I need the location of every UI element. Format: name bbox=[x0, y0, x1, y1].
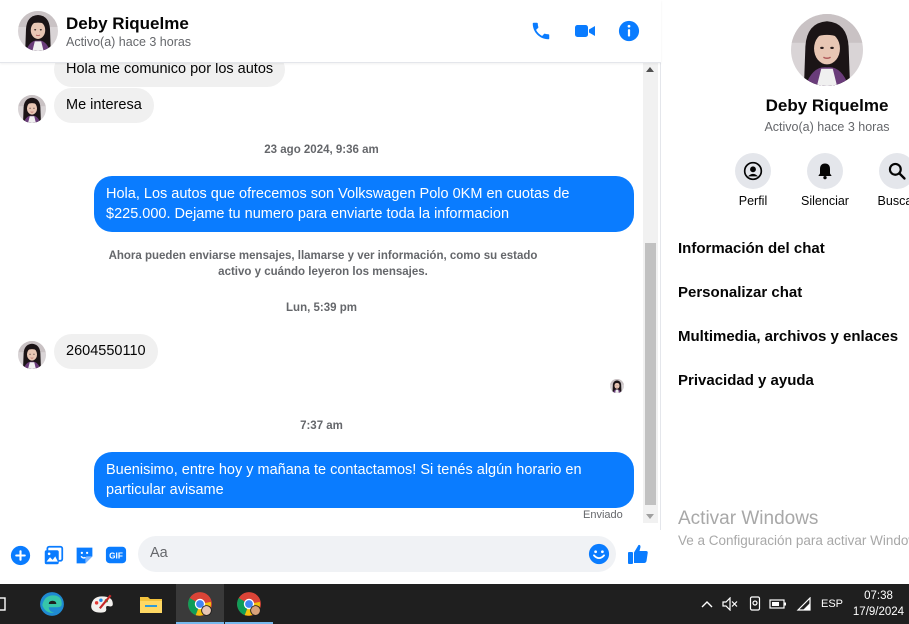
system-clock[interactable]: 07:38 17/9/2024 bbox=[848, 588, 909, 620]
gif-button[interactable]: GIF bbox=[105, 544, 127, 566]
mute-action-circle bbox=[807, 153, 843, 189]
incoming-message[interactable]: Hola me comunico por los autos bbox=[54, 63, 286, 87]
mute-action-label: Silenciar bbox=[801, 194, 849, 208]
contact-avatar[interactable] bbox=[18, 11, 58, 51]
location-button[interactable] bbox=[746, 584, 764, 624]
message-composer: GIF bbox=[0, 530, 661, 584]
profile-action-button[interactable]: Perfil bbox=[717, 153, 789, 208]
scroll-up-arrow-icon[interactable] bbox=[646, 67, 654, 72]
smiley-icon bbox=[588, 543, 610, 565]
incoming-message[interactable]: Me interesa bbox=[54, 88, 154, 123]
wifi-icon bbox=[796, 597, 811, 611]
message-list: Hola me comunico por los autos Me intere… bbox=[0, 63, 643, 530]
message-avatar bbox=[18, 95, 46, 123]
clock-time: 07:38 bbox=[864, 590, 893, 602]
profile-avatar[interactable] bbox=[791, 14, 863, 86]
bell-icon bbox=[818, 163, 832, 180]
battery-button[interactable] bbox=[768, 584, 788, 624]
gif-icon: GIF bbox=[105, 546, 127, 564]
privacy-support-section[interactable]: Privacidad y ayuda bbox=[678, 372, 814, 389]
attach-image-button[interactable] bbox=[42, 544, 64, 566]
message-timestamp: 7:37 am bbox=[300, 420, 343, 432]
taskbar-file-explorer[interactable] bbox=[127, 584, 175, 624]
chevron-up-icon bbox=[701, 601, 713, 608]
sticker-icon bbox=[76, 547, 92, 563]
video-camera-icon bbox=[575, 25, 595, 37]
search-action-circle bbox=[879, 153, 909, 189]
conversation-info-pane: Deby Riquelme Activo(a) hace 3 horas Per… bbox=[662, 0, 909, 584]
message-timestamp: Lun, 5:39 pm bbox=[286, 302, 357, 314]
more-actions-button[interactable] bbox=[9, 544, 31, 566]
profile-icon bbox=[743, 161, 763, 181]
message-avatar bbox=[18, 341, 46, 369]
task-view-button[interactable] bbox=[0, 584, 14, 624]
info-icon bbox=[618, 20, 640, 42]
taskbar-chrome-active[interactable] bbox=[176, 584, 224, 624]
paint-palette-icon bbox=[91, 594, 113, 613]
emoji-button[interactable] bbox=[588, 543, 610, 565]
chrome-profile-icon bbox=[188, 592, 212, 616]
call-button[interactable] bbox=[529, 19, 553, 43]
device-icon bbox=[749, 596, 761, 611]
video-call-button[interactable] bbox=[573, 19, 597, 43]
media-files-links-section[interactable]: Multimedia, archivos y enlaces bbox=[678, 328, 898, 345]
message-scrollbar[interactable] bbox=[643, 63, 658, 523]
chat-pane: Deby Riquelme Activo(a) hace 3 horas Hol… bbox=[0, 0, 661, 584]
activate-windows-title: Activar Windows bbox=[678, 508, 819, 529]
outgoing-message[interactable]: Hola, Los autos que ofrecemos son Volksw… bbox=[94, 176, 634, 232]
chat-info-section[interactable]: Información del chat bbox=[678, 240, 825, 257]
windows-taskbar: ESP 07:38 17/9/2024 bbox=[0, 584, 909, 624]
image-icon bbox=[44, 545, 63, 564]
profile-name: Deby Riquelme bbox=[765, 96, 889, 115]
edge-browser-icon bbox=[40, 592, 64, 616]
thumbs-up-icon bbox=[628, 544, 648, 564]
message-timestamp: 23 ago 2024, 9:36 am bbox=[264, 144, 379, 156]
profile-action-label: Perfil bbox=[738, 194, 768, 208]
contact-status: Activo(a) hace 3 horas bbox=[66, 35, 192, 49]
search-action-button[interactable]: Buscar bbox=[861, 153, 909, 208]
outgoing-message[interactable]: Buenisimo, entre hoy y mañana te contact… bbox=[94, 452, 634, 508]
battery-icon bbox=[769, 599, 786, 609]
folder-icon bbox=[140, 597, 162, 613]
activate-windows-subtitle: Ve a Configuración para activar Windows. bbox=[678, 533, 909, 548]
message-input[interactable] bbox=[150, 545, 580, 561]
sticker-button[interactable] bbox=[73, 544, 95, 566]
plus-circle-icon bbox=[10, 545, 30, 565]
input-language-button[interactable]: ESP bbox=[818, 584, 846, 624]
profile-action-circle bbox=[735, 153, 771, 189]
speaker-muted-icon bbox=[722, 597, 738, 611]
taskbar-edge[interactable] bbox=[28, 584, 76, 624]
contact-name[interactable]: Deby Riquelme bbox=[66, 14, 189, 34]
mute-action-button[interactable]: Silenciar bbox=[789, 153, 861, 208]
task-view-icon bbox=[0, 597, 6, 611]
system-notice: Ahora pueden enviarse mensajes, llamarse… bbox=[108, 250, 538, 278]
scroll-down-arrow-icon[interactable] bbox=[646, 514, 654, 519]
customize-chat-section[interactable]: Personalizar chat bbox=[678, 284, 802, 301]
show-hidden-icons-button[interactable] bbox=[698, 584, 716, 624]
conversation-info-button[interactable] bbox=[617, 19, 641, 43]
profile-status: Activo(a) hace 3 horas bbox=[764, 120, 890, 134]
volume-button[interactable] bbox=[720, 584, 740, 624]
search-action-label: Buscar bbox=[877, 194, 909, 208]
incoming-message[interactable]: 2604550110 bbox=[54, 334, 158, 369]
like-button[interactable] bbox=[626, 542, 650, 566]
language-indicator: ESP bbox=[820, 598, 843, 610]
taskbar-chrome[interactable] bbox=[225, 584, 273, 624]
network-button[interactable] bbox=[794, 584, 814, 624]
chrome-profile-icon bbox=[237, 592, 261, 616]
svg-text:GIF: GIF bbox=[109, 552, 123, 561]
taskbar-paint[interactable] bbox=[78, 584, 126, 624]
chat-header: Deby Riquelme Activo(a) hace 3 horas bbox=[0, 0, 661, 63]
scrollbar-thumb[interactable] bbox=[645, 243, 656, 505]
message-input-box[interactable] bbox=[138, 536, 616, 572]
search-icon bbox=[888, 162, 906, 180]
delivery-status: Enviado bbox=[583, 509, 623, 521]
seen-receipt-avatar bbox=[610, 379, 624, 393]
phone-icon bbox=[532, 22, 550, 40]
clock-date: 17/9/2024 bbox=[852, 606, 905, 618]
